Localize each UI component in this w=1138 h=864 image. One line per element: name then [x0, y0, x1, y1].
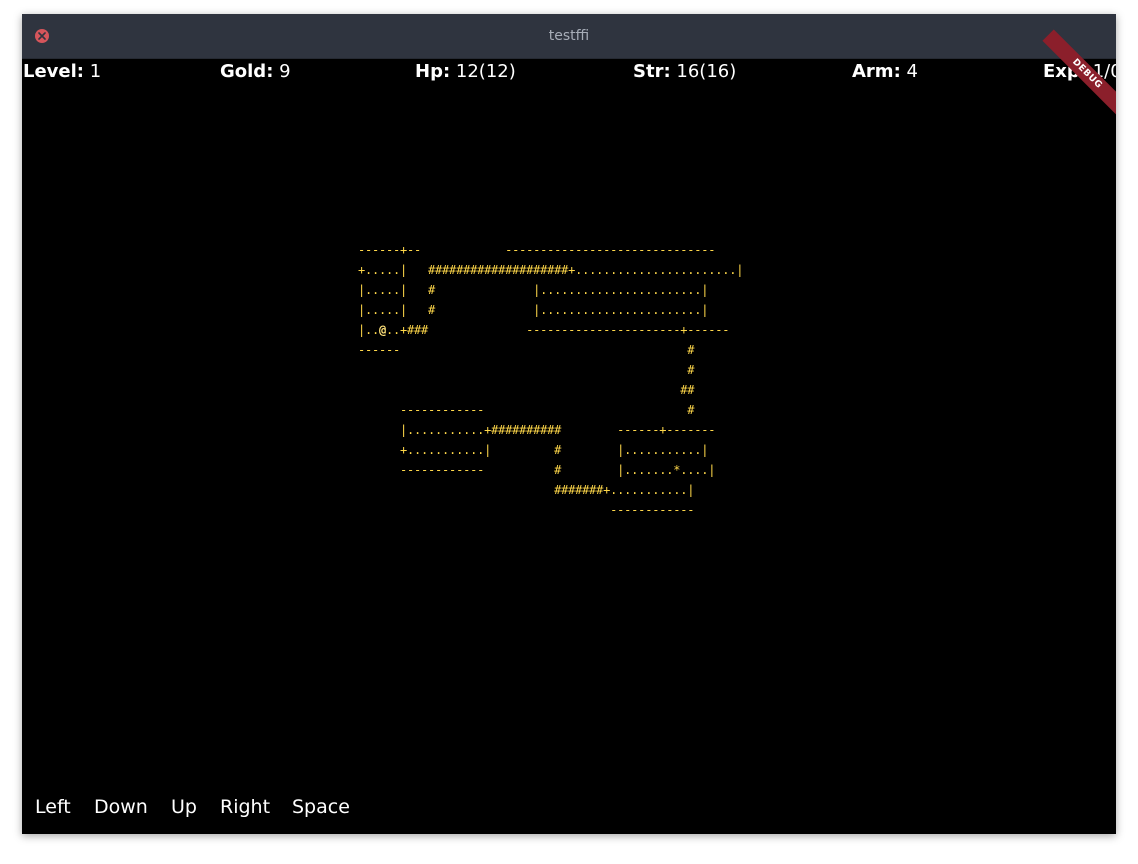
- map-row: ------ #: [358, 343, 695, 357]
- down-button[interactable]: Down: [94, 796, 148, 818]
- map-row: ##: [358, 383, 695, 397]
- map-row: |..@..+### ----------------------+------: [358, 323, 730, 337]
- up-button[interactable]: Up: [171, 796, 197, 818]
- right-button[interactable]: Right: [220, 796, 270, 818]
- player-character: @: [379, 323, 387, 337]
- map-row: ------------ # |.......*....|: [358, 463, 716, 477]
- map-row: #: [358, 363, 695, 377]
- map-row: +.....| ####################+...........…: [358, 263, 744, 277]
- map-row: |...........+########## ------+-------: [358, 423, 716, 437]
- left-button[interactable]: Left: [35, 796, 71, 818]
- dungeon-map: ------+-- ------------------------------…: [22, 14, 1116, 834]
- control-bar: Left Down Up Right Space: [22, 790, 622, 830]
- map-row: ------------: [358, 503, 695, 517]
- map-row: |.....| # |.......................|: [358, 303, 709, 317]
- game-window: testffi Level: 1 Gold: 9 Hp: 12(12) Str:…: [22, 14, 1116, 834]
- map-row: +...........| # |...........|: [358, 443, 709, 457]
- map-row: #######+...........|: [358, 483, 695, 497]
- map-row: ------------ #: [358, 403, 695, 417]
- map-row: ------+-- ------------------------------: [358, 243, 716, 257]
- map-row: |.....| # |.......................|: [358, 283, 709, 297]
- space-button[interactable]: Space: [292, 796, 350, 818]
